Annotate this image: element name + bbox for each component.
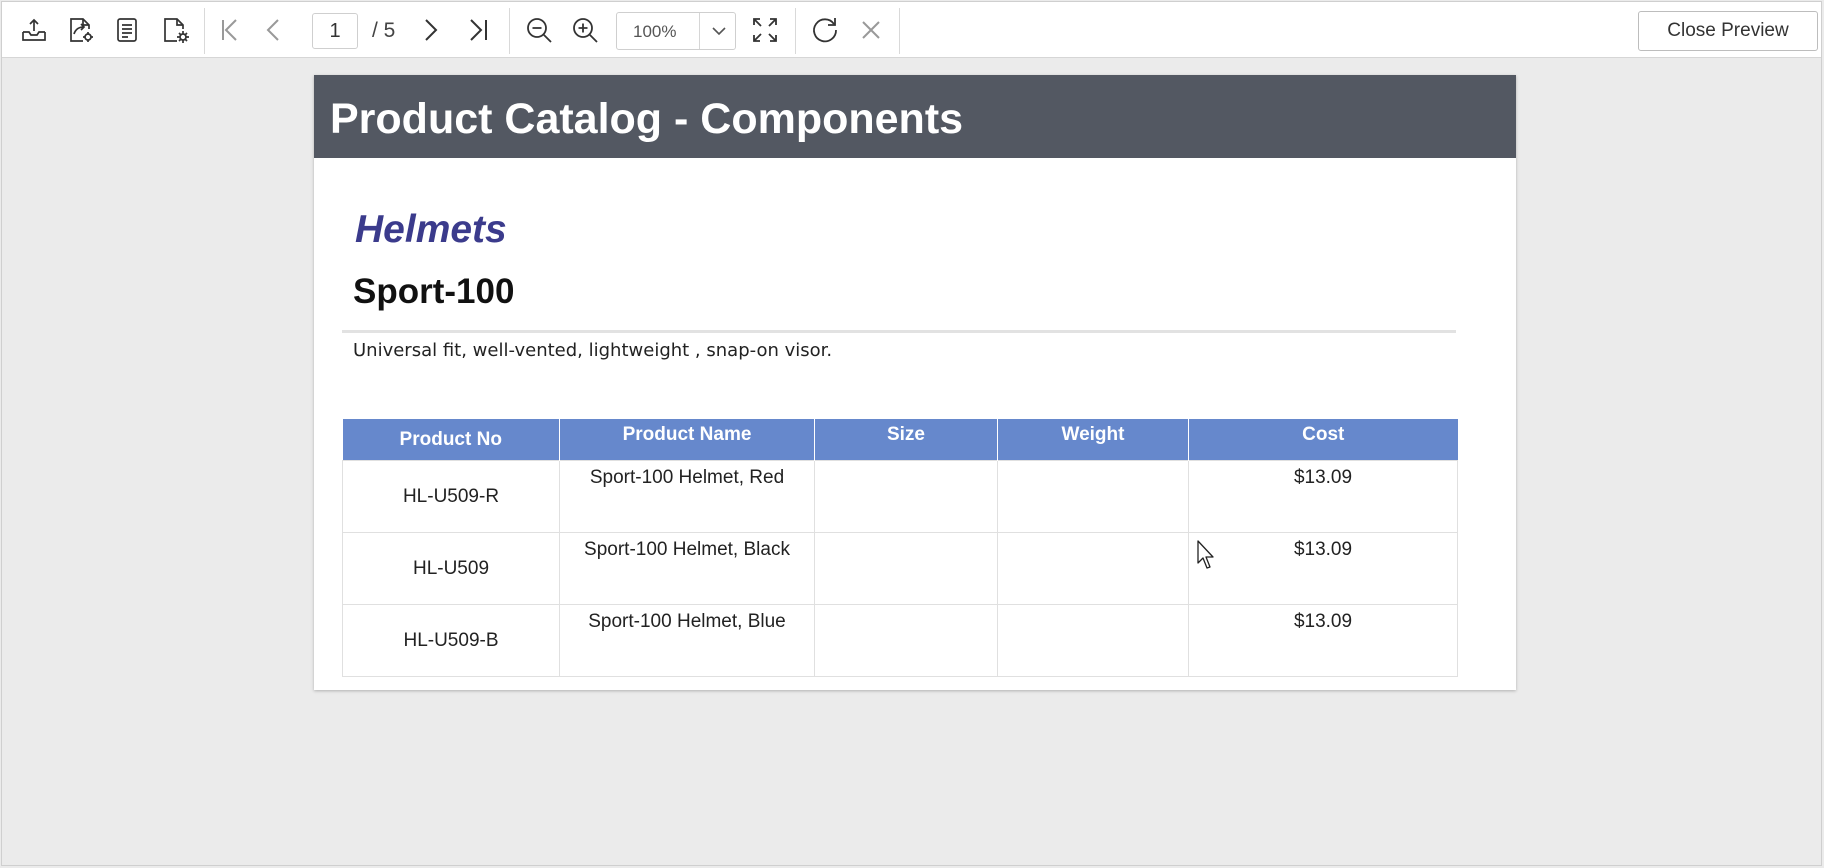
toolbar-separator bbox=[509, 8, 510, 54]
column-header-cost: Cost bbox=[1188, 419, 1458, 460]
print-icon[interactable] bbox=[62, 12, 98, 48]
cell-size bbox=[814, 531, 998, 605]
product-description: Universal fit, well-vented, lightweight … bbox=[353, 340, 833, 361]
page-setup-icon[interactable] bbox=[157, 12, 193, 48]
close-preview-button[interactable]: Close Preview bbox=[1638, 11, 1818, 51]
toolbar-separator bbox=[795, 8, 796, 54]
cell-product-name: Sport-100 Helmet, Black bbox=[559, 531, 815, 605]
mouse-cursor-icon bbox=[1197, 540, 1214, 569]
toolbar-separator bbox=[899, 8, 900, 54]
next-page-icon[interactable] bbox=[412, 12, 448, 48]
cell-product-name: Sport-100 Helmet, Red bbox=[559, 459, 815, 533]
zoom-in-icon[interactable] bbox=[567, 12, 603, 48]
chevron-down-icon[interactable] bbox=[705, 16, 733, 46]
cell-cost: $13.09 bbox=[1188, 531, 1458, 605]
cell-cost: $13.09 bbox=[1188, 603, 1458, 677]
refresh-icon[interactable] bbox=[807, 12, 843, 48]
report-page: Product Catalog - Components Helmets Spo… bbox=[314, 75, 1516, 690]
previous-page-icon[interactable] bbox=[256, 12, 292, 48]
table-row: HL-U509 Sport-100 Helmet, Black $13.09 bbox=[342, 531, 1458, 605]
toolbar: / 5 100% bbox=[2, 2, 1821, 58]
table-header-row: Product No Product Name Size Weight Cost bbox=[342, 419, 1458, 460]
zoom-divider bbox=[699, 13, 700, 49]
cell-product-no: HL-U509-R bbox=[342, 459, 560, 533]
fit-page-icon[interactable] bbox=[747, 12, 783, 48]
cell-size bbox=[814, 603, 998, 677]
first-page-icon[interactable] bbox=[212, 12, 248, 48]
page-total: / 5 bbox=[372, 19, 396, 42]
category-heading: Helmets bbox=[355, 208, 507, 251]
close-icon[interactable] bbox=[853, 12, 889, 48]
page-number-input[interactable] bbox=[312, 13, 358, 49]
column-header-size: Size bbox=[814, 419, 998, 460]
cell-weight bbox=[997, 603, 1189, 677]
cell-size bbox=[814, 459, 998, 533]
product-heading: Sport-100 bbox=[353, 272, 515, 311]
divider bbox=[342, 330, 1456, 333]
zoom-out-icon[interactable] bbox=[521, 12, 557, 48]
column-header-weight: Weight bbox=[997, 419, 1189, 460]
table-row: HL-U509-R Sport-100 Helmet, Red $13.09 bbox=[342, 459, 1458, 533]
parameters-icon[interactable] bbox=[109, 12, 145, 48]
cell-cost: $13.09 bbox=[1188, 459, 1458, 533]
table-row: HL-U509-B Sport-100 Helmet, Blue $13.09 bbox=[342, 603, 1458, 677]
cell-weight bbox=[997, 531, 1189, 605]
report-header: Product Catalog - Components bbox=[314, 75, 1516, 158]
zoom-dropdown[interactable]: 100% bbox=[616, 12, 736, 50]
export-icon[interactable] bbox=[16, 12, 52, 48]
report-viewer: / 5 100% bbox=[1, 1, 1822, 866]
cell-product-name: Sport-100 Helmet, Blue bbox=[559, 603, 815, 677]
product-table: Product No Product Name Size Weight Cost… bbox=[342, 419, 1458, 677]
cell-product-no: HL-U509 bbox=[342, 531, 560, 605]
column-header-product-no: Product No bbox=[342, 419, 560, 460]
toolbar-separator bbox=[204, 8, 205, 54]
zoom-value: 100% bbox=[633, 22, 677, 41]
column-header-product-name: Product Name bbox=[559, 419, 815, 460]
cell-weight bbox=[997, 459, 1189, 533]
cell-product-no: HL-U509-B bbox=[342, 603, 560, 677]
report-title: Product Catalog - Components bbox=[330, 95, 964, 143]
last-page-icon[interactable] bbox=[460, 12, 496, 48]
